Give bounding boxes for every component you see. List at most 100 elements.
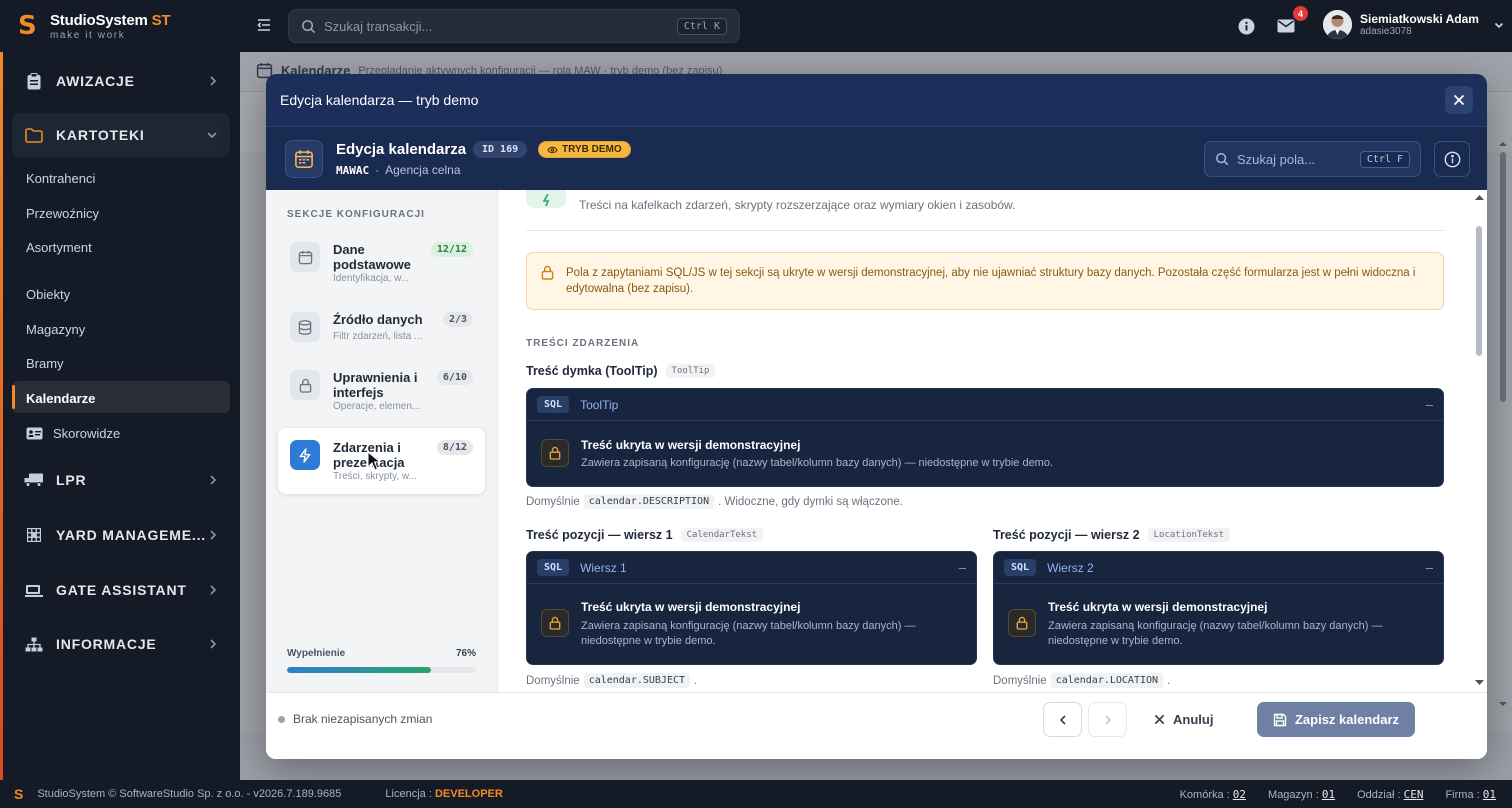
close-button[interactable] — [1445, 86, 1473, 114]
chevron-right-icon — [208, 474, 218, 486]
license: Licencja : DEVELOPER — [385, 788, 502, 800]
status-bar: S StudioSystem © SoftwareStudio Sp. z o.… — [0, 780, 1512, 808]
nav-group-yard-management[interactable]: YARD MANAGEME... — [12, 513, 230, 557]
chevron-right-icon — [208, 584, 218, 596]
sql-editor-tooltip[interactable]: SQL ToolTip – Treść ukryta w wersji demo… — [526, 388, 1444, 487]
status-label: Komórka : — [1179, 788, 1230, 801]
nav-group-gate-assistant[interactable]: GATE ASSISTANT — [12, 568, 230, 612]
save-label: Zapisz kalendarz — [1294, 712, 1400, 727]
nav-group-label: GATE ASSISTANT — [56, 582, 187, 598]
logo-s-icon: S — [14, 786, 24, 802]
previous-section-button[interactable] — [1043, 702, 1082, 737]
subtitle-separator: · — [375, 163, 380, 177]
info-button[interactable] — [1434, 141, 1470, 177]
close-icon — [1154, 714, 1165, 725]
section-desc: Treści, skrypty, w... — [333, 471, 417, 482]
transaction-search[interactable]: Ctrl K — [288, 9, 740, 43]
status-value: 01 — [1321, 787, 1336, 801]
cancel-button[interactable]: Anuluj — [1154, 702, 1213, 737]
status-oddzial[interactable]: Oddział : CEN — [1357, 788, 1423, 801]
section-title: Uprawnienia i interfejs — [333, 370, 418, 400]
field-search-input[interactable] — [1237, 151, 1360, 167]
status-firma[interactable]: Firma : 01 — [1445, 788, 1496, 801]
sidebar-item-przewoznicy[interactable]: Przewoźnicy — [26, 206, 99, 221]
eye-icon — [547, 146, 558, 154]
license-label: Licencja : — [385, 788, 432, 800]
status-value: 01 — [1482, 787, 1496, 801]
chevron-right-icon — [208, 529, 218, 541]
menu-collapse-icon[interactable] — [256, 17, 272, 33]
calendar-icon — [290, 242, 320, 272]
hint-text: Domyślnie — [526, 495, 580, 508]
app-name-suffix: ST — [151, 11, 171, 29]
section-count: 8/12 — [436, 440, 473, 455]
sidebar-item-obiekty[interactable]: Obiekty — [26, 287, 70, 302]
hidden-desc: Zawiera zapisaną konfigurację (nazwy tab… — [1048, 620, 1383, 647]
status-komorka[interactable]: Komórka : 02 — [1180, 788, 1246, 801]
section-count: 2/3 — [442, 312, 473, 327]
section-desc: Operacje, elemen... — [333, 401, 421, 412]
demo-badge: TRYB DEMO — [538, 141, 631, 158]
lock-icon — [290, 370, 320, 400]
grid-icon — [24, 528, 44, 542]
field-label-text: Treść dymka (ToolTip) — [526, 364, 658, 378]
field-label-text: Treść pozycji — wiersz 2 — [993, 528, 1140, 542]
sidebar-item-magazyny[interactable]: Magazyny — [26, 322, 85, 337]
section-dane-podstawowe[interactable]: Dane podstawowe Identyfikacja, w... 12/1… — [278, 230, 485, 296]
section-zdarzenia[interactable]: Zdarzenia i prezentacja Treści, skrypty,… — [278, 428, 485, 494]
nav-group-kartoteki[interactable]: KARTOTEKI — [12, 113, 230, 157]
messages-button[interactable]: 4 — [1274, 6, 1308, 38]
sidebar-item-kontrahenci[interactable]: Kontrahenci — [26, 171, 95, 186]
user-name: Siemiatkowski Adam — [1360, 12, 1479, 26]
status-dot — [278, 715, 285, 723]
demo-warning: Pola z zapytaniami SQL/JS w tej sekcji s… — [526, 252, 1444, 310]
nav-group-informacje[interactable]: INFORMACJE — [12, 622, 230, 666]
sql-name: Wiersz 1 — [580, 560, 627, 575]
status-magazyn[interactable]: Magazyn : 01 — [1268, 788, 1335, 801]
search-icon — [301, 19, 316, 34]
lightning-icon — [526, 190, 566, 208]
info-icon[interactable] — [1234, 14, 1258, 38]
scroll-thumb[interactable] — [1476, 226, 1482, 356]
calendar-edit-dialog: Edycja kalendarza — tryb demo Edycja kal… — [266, 74, 1487, 759]
envelope-icon — [1277, 19, 1295, 33]
notification-badge: 4 — [1293, 6, 1308, 21]
minimize-button[interactable]: – — [1426, 560, 1433, 575]
sidebar-item-asortyment[interactable]: Asortyment — [26, 240, 92, 255]
field-label-tooltip: Treść dymka (ToolTip) ToolTip — [526, 364, 716, 378]
minimize-button[interactable]: – — [959, 560, 966, 575]
hint-code: calendar.LOCATION — [1050, 673, 1164, 688]
active-item-marker — [12, 385, 15, 409]
sidebar-item-bramy[interactable]: Bramy — [26, 356, 64, 371]
search-input[interactable] — [324, 18, 677, 34]
search-shortcut: Ctrl K — [676, 17, 727, 35]
hint-text: . — [694, 674, 698, 687]
search-icon — [1215, 152, 1229, 166]
minimize-button[interactable]: – — [1426, 397, 1433, 412]
next-section-button[interactable] — [1088, 702, 1127, 737]
section-count: 12/12 — [430, 242, 473, 257]
sidebar-item-kalendarze[interactable]: Kalendarze — [26, 391, 95, 406]
sidebar-item-skorowidze[interactable]: Skorowidze — [26, 426, 120, 441]
field-hint-row1: Domyślnie calendar.SUBJECT . — [526, 673, 697, 688]
floppy-icon — [1273, 713, 1287, 727]
nav-group-awizacje[interactable]: AWIZACJE — [12, 59, 230, 103]
section-zrodlo-danych[interactable]: Źródło danych Filtr zdarzeń, lista ... 2… — [278, 300, 485, 366]
save-calendar-button[interactable]: Zapisz kalendarz — [1257, 702, 1415, 737]
user-menu[interactable]: Siemiatkowski Adam adasie3078 — [1323, 10, 1505, 39]
sql-tag: SQL — [537, 396, 570, 413]
chevron-down-icon — [1493, 19, 1505, 31]
close-icon — [1453, 94, 1465, 106]
app-logo[interactable]: S StudioSystem ST make it work — [0, 0, 240, 52]
status-label: Firma : — [1445, 788, 1480, 801]
info-icon — [1444, 151, 1461, 168]
content-scrollbar[interactable] — [1472, 190, 1487, 692]
hint-text: Domyślnie — [993, 674, 1047, 687]
sql-editor-row2[interactable]: SQL Wiersz 2 – Treść ukryta w wersji dem… — [993, 551, 1444, 665]
field-search[interactable]: Ctrl F — [1204, 141, 1421, 177]
nav-group-lpr[interactable]: LPR — [12, 458, 230, 502]
section-title: Dane podstawowe — [333, 242, 412, 272]
section-uprawnienia[interactable]: Uprawnienia i interfejs Operacje, elemen… — [278, 358, 485, 424]
sql-editor-row1[interactable]: SQL Wiersz 1 – Treść ukryta w wersji dem… — [526, 551, 977, 665]
sections-label: SEKCJE KONFIGURACJI — [287, 209, 425, 220]
